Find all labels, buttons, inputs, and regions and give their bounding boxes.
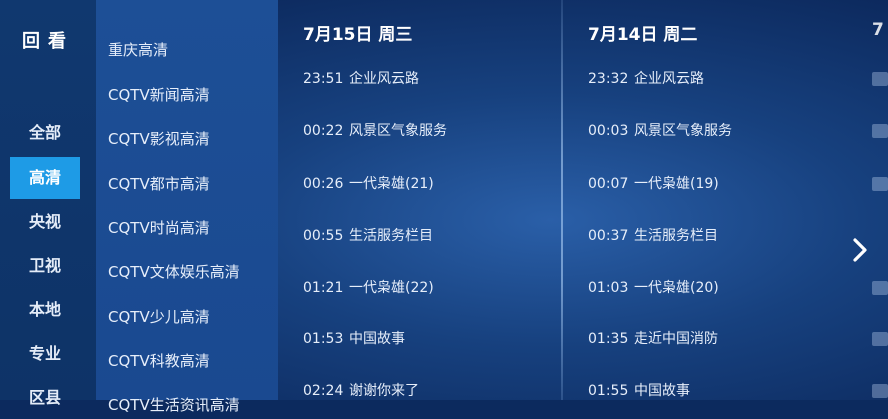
category-local[interactable]: 本地 <box>10 289 80 331</box>
category-hd[interactable]: 高清 <box>10 157 80 199</box>
program-item[interactable]: 01:35 走近中国消防 <box>588 328 718 348</box>
program-time: 00:55 <box>303 228 344 244</box>
program-item[interactable]: 00:26 一代枭雄(21) <box>303 173 434 193</box>
program-time: 01:55 <box>588 383 629 399</box>
day-header: 7月15日 周三 <box>303 25 413 45</box>
program-item[interactable]: 01:55 中国故事 <box>588 380 690 400</box>
program-title: 中国故事 <box>634 383 690 399</box>
peek-day-header: 7 <box>872 20 884 40</box>
category-satellite[interactable]: 卫视 <box>10 245 80 287</box>
program-title: 风景区气象服务 <box>634 123 732 139</box>
program-item[interactable]: 02:24 谢谢你来了 <box>303 380 419 400</box>
program-title: 一代枭雄(22) <box>349 280 434 296</box>
day-column-1: 7月15日 周三 23:51 企业风云路 00:22 风景区气象服务 00:26 一代… <box>303 0 553 400</box>
program-item[interactable]: 23:51 企业风云路 <box>303 68 419 88</box>
app-title: 回看 <box>22 31 74 52</box>
program-time: 01:53 <box>303 331 344 347</box>
program-title: 企业风云路 <box>634 71 704 87</box>
program-item[interactable]: 00:55 生活服务栏目 <box>303 225 433 245</box>
channel-item[interactable]: CQTV文体娱乐高清 <box>108 261 240 282</box>
program-item[interactable]: 01:53 中国故事 <box>303 328 405 348</box>
program-item[interactable]: 00:22 风景区气象服务 <box>303 120 447 140</box>
category-all[interactable]: 全部 <box>10 112 80 154</box>
category-special[interactable]: 专业 <box>10 333 80 375</box>
program-time: 02:24 <box>303 383 344 399</box>
program-item[interactable]: 00:37 生活服务栏目 <box>588 225 718 245</box>
peek-program <box>872 72 888 86</box>
program-title: 企业风云路 <box>349 71 419 87</box>
program-time: 01:21 <box>303 280 344 296</box>
program-title: 中国故事 <box>349 331 405 347</box>
category-cctv[interactable]: 央视 <box>10 201 80 243</box>
column-divider <box>561 0 563 400</box>
peek-program <box>872 332 888 346</box>
program-item[interactable]: 00:07 一代枭雄(19) <box>588 173 719 193</box>
program-item[interactable]: 01:03 一代枭雄(20) <box>588 277 719 297</box>
program-item[interactable]: 01:21 一代枭雄(22) <box>303 277 434 297</box>
channel-panel: 重庆高清 CQTV新闻高清 CQTV影视高清 CQTV都市高清 CQTV时尚高清… <box>96 0 278 414</box>
peek-program <box>872 124 888 138</box>
channel-item[interactable]: CQTV时尚高清 <box>108 217 210 238</box>
program-title: 生活服务栏目 <box>349 228 433 244</box>
program-title: 一代枭雄(19) <box>634 176 719 192</box>
channel-item[interactable]: CQTV影视高清 <box>108 128 210 149</box>
peek-program <box>872 384 888 398</box>
channel-item[interactable]: CQTV新闻高清 <box>108 84 210 105</box>
peek-program <box>872 281 888 295</box>
program-time: 00:37 <box>588 228 629 244</box>
program-time: 23:51 <box>303 71 344 87</box>
channel-item[interactable]: CQTV生活资讯高清 <box>108 394 240 415</box>
program-time: 00:07 <box>588 176 629 192</box>
channel-item[interactable]: CQTV都市高清 <box>108 173 210 194</box>
chevron-right-icon[interactable] <box>846 234 874 266</box>
program-title: 一代枭雄(20) <box>634 280 719 296</box>
program-time: 00:03 <box>588 123 629 139</box>
program-title: 走近中国消防 <box>634 331 718 347</box>
program-title: 生活服务栏目 <box>634 228 718 244</box>
peek-program <box>872 177 888 191</box>
channel-item[interactable]: CQTV科教高清 <box>108 350 210 371</box>
program-title: 一代枭雄(21) <box>349 176 434 192</box>
program-time: 00:22 <box>303 123 344 139</box>
category-panel: 回看 全部 高清 央视 卫视 本地 专业 区县 <box>0 0 96 407</box>
program-time: 01:35 <box>588 331 629 347</box>
day-header: 7月14日 周二 <box>588 25 698 45</box>
day-column-2: 7月14日 周二 23:32 企业风云路 00:03 风景区气象服务 00:07 一代… <box>588 0 838 400</box>
channel-item[interactable]: 重庆高清 <box>108 39 168 60</box>
program-time: 01:03 <box>588 280 629 296</box>
program-item[interactable]: 23:32 企业风云路 <box>588 68 704 88</box>
program-item[interactable]: 00:03 风景区气象服务 <box>588 120 732 140</box>
program-title: 风景区气象服务 <box>349 123 447 139</box>
program-time: 00:26 <box>303 176 344 192</box>
channel-item[interactable]: CQTV少儿高清 <box>108 306 210 327</box>
program-time: 23:32 <box>588 71 629 87</box>
program-title: 谢谢你来了 <box>349 383 419 399</box>
category-district[interactable]: 区县 <box>10 377 80 419</box>
